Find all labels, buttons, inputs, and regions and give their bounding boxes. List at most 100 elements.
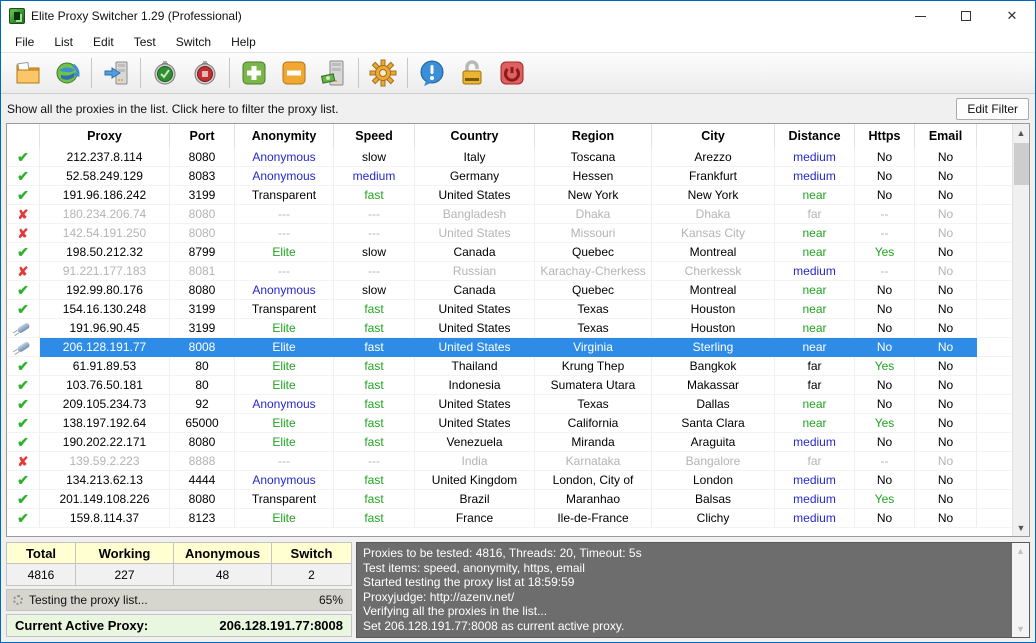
cell-speed: fast	[334, 376, 415, 395]
menu-help[interactable]: Help	[221, 32, 266, 52]
maximize-button[interactable]	[943, 1, 989, 31]
log-scroll-up-icon[interactable]: ▲	[1012, 543, 1029, 559]
cell-https: No	[855, 509, 915, 528]
table-row[interactable]: ✔192.99.80.1768080AnonymousslowCanadaQue…	[7, 281, 1029, 300]
stat-switch-value: 2	[272, 564, 352, 586]
column-distance[interactable]: Distance	[775, 124, 855, 148]
table-row[interactable]: ✔134.213.62.134444AnonymousfastUnited Ki…	[7, 471, 1029, 490]
column-region[interactable]: Region	[535, 124, 652, 148]
title-bar: Elite Proxy Switcher 1.29 (Professional)…	[1, 1, 1035, 31]
column-speed[interactable]: Speed	[334, 124, 415, 148]
table-row[interactable]: ✔52.58.249.1298083AnonymousmediumGermany…	[7, 167, 1029, 186]
table-row[interactable]: ✔154.16.130.2483199TransparentfastUnited…	[7, 300, 1029, 319]
cell-email: No	[915, 452, 977, 471]
table-row[interactable]: ✔159.8.114.378123ElitefastFranceIle-de-F…	[7, 509, 1029, 528]
table-row[interactable]: ✔209.105.234.7392AnonymousfastUnited Sta…	[7, 395, 1029, 414]
table-row[interactable]: ✘91.221.177.1838081------RussianKarachay…	[7, 262, 1029, 281]
cell-anonymity: ---	[235, 224, 334, 243]
add-proxy-button[interactable]	[234, 55, 274, 91]
active-proxy-label: Current Active Proxy:	[15, 618, 219, 633]
menu-file[interactable]: File	[5, 32, 44, 52]
column-port[interactable]: Port	[170, 124, 235, 148]
log-scroll-down-icon[interactable]: ▼	[1012, 621, 1029, 637]
column-country[interactable]: Country	[415, 124, 535, 148]
cell-port: 8080	[170, 205, 235, 224]
transfer-proxy-button[interactable]	[96, 55, 136, 91]
register-button[interactable]	[452, 55, 492, 91]
cell-distance: far	[775, 357, 855, 376]
table-row[interactable]: ✔190.202.22.1718080ElitefastVenezuelaMir…	[7, 433, 1029, 452]
cell-speed: fast	[334, 357, 415, 376]
cell-country: France	[415, 509, 535, 528]
cell-email: No	[915, 509, 977, 528]
cell-speed: fast	[334, 338, 415, 357]
download-proxies-button[interactable]	[47, 55, 87, 91]
log-line: Test items: speed, anonymity, https, ema…	[363, 561, 1007, 576]
settings-button[interactable]	[363, 55, 403, 91]
table-row[interactable]: ✔103.76.50.18180ElitefastIndonesiaSumate…	[7, 376, 1029, 395]
column-proxy[interactable]: Proxy	[40, 124, 170, 148]
open-proxy-list-button[interactable]	[7, 55, 47, 91]
table-row[interactable]: ✘180.234.206.748080------BangladeshDhaka…	[7, 205, 1029, 224]
stat-working-label: Working	[76, 542, 174, 564]
menu-list[interactable]: List	[44, 32, 83, 52]
table-row[interactable]: ✔61.91.89.5380ElitefastThailandKrung The…	[7, 357, 1029, 376]
column-email[interactable]: Email	[915, 124, 977, 148]
cell-distance: medium	[775, 471, 855, 490]
scroll-up-icon[interactable]: ▲	[1013, 124, 1029, 141]
status-working-icon: ✔	[7, 395, 40, 414]
table-row[interactable]: ✔138.197.192.6465000ElitefastUnited Stat…	[7, 414, 1029, 433]
table-row[interactable]: ✘142.54.191.2508080------United StatesMi…	[7, 224, 1029, 243]
about-button[interactable]	[412, 55, 452, 91]
table-row[interactable]: ✘139.59.2.2238888------IndiaKarnatakaBan…	[7, 452, 1029, 471]
cell-city: Balsas	[652, 490, 775, 509]
table-scrollbar[interactable]: ▲ ▼	[1012, 124, 1029, 536]
cell-region: Krung Thep	[535, 357, 652, 376]
cell-port: 8008	[170, 338, 235, 357]
menu-switch[interactable]: Switch	[166, 32, 221, 52]
cell-speed: slow	[334, 243, 415, 262]
cell-email: No	[915, 167, 977, 186]
cell-distance: far	[775, 205, 855, 224]
column-anonymity[interactable]: Anonymity	[235, 124, 334, 148]
scroll-down-icon[interactable]: ▼	[1013, 519, 1029, 536]
cell-speed: slow	[334, 148, 415, 167]
cell-city: Kansas City	[652, 224, 775, 243]
exit-button[interactable]	[492, 55, 532, 91]
log-line: Verifying all the proxies in the list...	[363, 604, 1007, 619]
table-row[interactable]: ✔201.149.108.2268080TransparentfastBrazi…	[7, 490, 1029, 509]
start-test-button[interactable]	[145, 55, 185, 91]
table-row[interactable]: ✔212.237.8.1148080AnonymousslowItalyTosc…	[7, 148, 1029, 167]
table-row[interactable]: ✔198.50.212.328799EliteslowCanadaQuebecM…	[7, 243, 1029, 262]
stop-test-button[interactable]	[185, 55, 225, 91]
buy-proxy-button[interactable]	[314, 55, 354, 91]
column-status[interactable]	[7, 124, 40, 148]
cell-https: --	[855, 262, 915, 281]
log-scrollbar[interactable]: ▲ ▼	[1012, 543, 1029, 637]
cell-distance: far	[775, 376, 855, 395]
table-row[interactable]: 191.96.90.453199ElitefastUnited StatesTe…	[7, 319, 1029, 338]
cell-anonymity: ---	[235, 205, 334, 224]
close-button[interactable]: ✕	[989, 1, 1035, 31]
cell-https: No	[855, 186, 915, 205]
cell-speed: fast	[334, 186, 415, 205]
edit-filter-button[interactable]: Edit Filter	[956, 98, 1029, 120]
column-https[interactable]: Https	[855, 124, 915, 148]
scrollbar-thumb[interactable]	[1014, 143, 1029, 185]
exit-power-icon	[498, 59, 526, 87]
menu-edit[interactable]: Edit	[83, 32, 124, 52]
filter-status-text[interactable]: Show all the proxies in the list. Click …	[7, 102, 956, 116]
cell-distance: near	[775, 186, 855, 205]
cell-anonymity: Transparent	[235, 186, 334, 205]
minimize-button[interactable]	[897, 1, 943, 31]
delete-proxy-button[interactable]	[274, 55, 314, 91]
cell-email: No	[915, 262, 977, 281]
cell-distance: medium	[775, 262, 855, 281]
menu-test[interactable]: Test	[124, 32, 166, 52]
cell-distance: far	[775, 452, 855, 471]
column-city[interactable]: City	[652, 124, 775, 148]
table-row[interactable]: 206.128.191.778008ElitefastUnited States…	[7, 338, 1029, 357]
cell-region: Texas	[535, 300, 652, 319]
table-row[interactable]: ✔191.96.186.2423199TransparentfastUnited…	[7, 186, 1029, 205]
cell-https: No	[855, 433, 915, 452]
